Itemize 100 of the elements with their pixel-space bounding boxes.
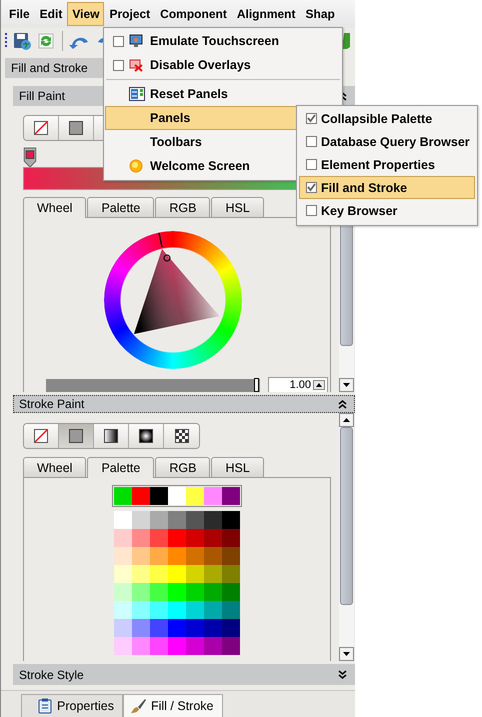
spin-up-icon[interactable] [313,380,325,390]
toolbar-shape-icon[interactable] [341,32,351,50]
section-header[interactable]: Stroke Paint [13,395,355,413]
scrollbar[interactable] [339,413,354,661]
tab[interactable]: Fill / Stroke [122,694,222,717]
scroll-up-icon[interactable] [339,413,354,427]
color-swatch[interactable] [222,601,240,619]
color-swatch[interactable] [132,511,150,529]
color-swatch[interactable] [204,511,222,529]
color-swatch[interactable] [150,547,168,565]
tab[interactable]: RGB [155,197,210,217]
checkbox[interactable] [306,205,317,216]
color-swatch[interactable] [222,583,240,601]
color-swatch[interactable] [132,601,150,619]
color-swatch[interactable] [114,583,132,601]
color-swatch[interactable] [114,529,132,547]
color-swatch[interactable] [168,487,186,505]
color-swatch[interactable] [132,529,150,547]
tab[interactable]: Wheel [23,457,86,477]
scroll-down-icon[interactable] [339,378,354,392]
color-swatch[interactable] [222,511,240,529]
color-swatch[interactable] [168,637,186,655]
color-swatch[interactable] [132,619,150,637]
color-swatch[interactable] [150,583,168,601]
color-swatch[interactable] [204,583,222,601]
menu-item[interactable]: Alignment [232,2,300,26]
scroll-down-icon[interactable] [339,647,354,661]
color-swatch[interactable] [186,547,204,565]
color-swatch[interactable] [186,511,204,529]
save-icon[interactable] [12,31,32,51]
paint-type-button[interactable] [129,424,164,448]
color-swatch[interactable] [150,511,168,529]
paint-type-button[interactable] [24,116,59,140]
tab[interactable]: Properties [21,694,123,717]
menu-item[interactable]: View [67,2,104,26]
color-swatch[interactable] [168,583,186,601]
paint-type-button[interactable] [94,424,129,448]
color-swatch[interactable] [186,637,204,655]
color-swatch[interactable] [204,601,222,619]
color-swatch[interactable] [204,487,222,505]
paint-type-button[interactable] [59,116,94,140]
color-swatch[interactable] [114,487,132,505]
color-swatch[interactable] [132,547,150,565]
menu-item[interactable]: Emulate Touchscreen [105,29,341,53]
paint-type-button[interactable] [59,424,94,448]
menu-item[interactable]: Key Browser [299,199,475,222]
menu-item[interactable]: File [4,2,35,26]
color-swatch[interactable] [150,619,168,637]
color-swatch[interactable] [168,511,186,529]
color-swatch[interactable] [150,487,168,505]
tab[interactable]: Palette [87,457,154,478]
menu-item[interactable]: Reset Panels [105,82,341,106]
color-swatch[interactable] [168,565,186,583]
paint-type-button[interactable] [24,424,59,448]
tab[interactable]: HSL [211,457,264,477]
color-swatch[interactable] [150,565,168,583]
color-swatch[interactable] [132,565,150,583]
color-swatch[interactable] [186,565,204,583]
color-swatch[interactable] [222,487,240,505]
color-swatch[interactable] [204,565,222,583]
color-swatch[interactable] [204,637,222,655]
color-swatch[interactable] [132,637,150,655]
color-swatch[interactable] [186,583,204,601]
paint-type-button[interactable] [164,424,199,448]
checkbox[interactable] [306,159,317,170]
menu-item[interactable]: Shap [300,2,340,26]
menu-item[interactable]: Fill and Stroke [299,176,475,199]
checkbox[interactable] [113,60,124,70]
color-swatch[interactable] [186,619,204,637]
checkbox[interactable] [113,36,124,46]
color-swatch[interactable] [168,619,186,637]
checkbox[interactable] [306,182,317,193]
color-swatch[interactable] [132,487,150,505]
gradient-stop-handle[interactable] [23,147,37,168]
color-swatch[interactable] [114,547,132,565]
color-swatch[interactable] [168,601,186,619]
tab[interactable]: Wheel [23,197,86,218]
scrollbar-thumb[interactable] [340,427,353,605]
menu-item[interactable]: Disable Overlays [105,53,341,77]
menu-item[interactable]: Component [155,2,232,26]
color-swatch[interactable] [204,547,222,565]
color-swatch[interactable] [222,619,240,637]
color-swatch[interactable] [150,637,168,655]
color-swatch[interactable] [132,583,150,601]
color-swatch[interactable] [114,601,132,619]
color-swatch[interactable] [114,619,132,637]
color-swatch[interactable] [222,565,240,583]
color-swatch[interactable] [168,547,186,565]
menu-item[interactable]: Edit [34,2,68,26]
color-swatch[interactable] [150,529,168,547]
color-swatch[interactable] [114,637,132,655]
checkbox[interactable] [306,113,317,124]
color-swatch[interactable] [222,547,240,565]
color-swatch[interactable] [114,565,132,583]
tab[interactable]: HSL [211,197,264,217]
refresh-icon[interactable] [36,31,56,51]
menu-item[interactable]: Project [104,2,156,26]
color-swatch[interactable] [150,601,168,619]
color-swatch[interactable] [204,619,222,637]
color-swatch[interactable] [186,487,204,505]
